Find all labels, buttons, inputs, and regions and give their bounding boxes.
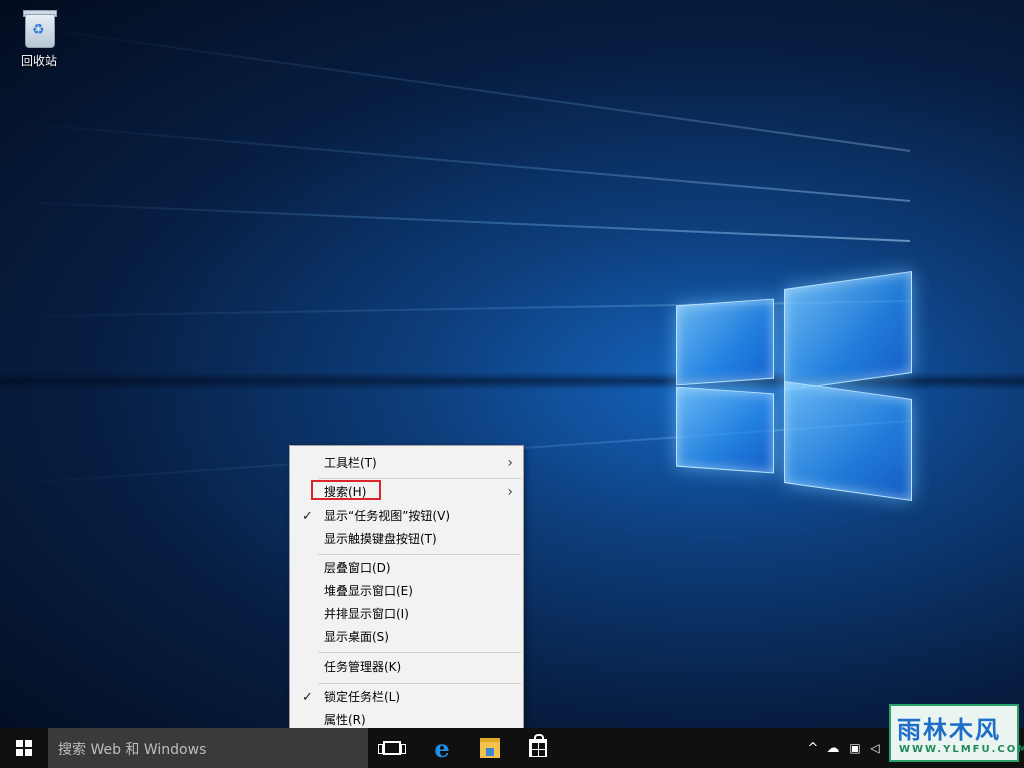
recycle-bin-icon: ♻ <box>21 8 57 48</box>
menu-separator <box>318 478 521 479</box>
menu-item-lock-taskbar[interactable]: ✓ 锁定任务栏(L) <box>290 686 523 709</box>
menu-item-toolbars[interactable]: 工具栏(T) › <box>290 452 523 475</box>
desktop: { "desktop": { "icons": [ {"label": "回收站… <box>0 0 1024 768</box>
menu-item-task-manager[interactable]: 任务管理器(K) <box>290 656 523 679</box>
menu-separator <box>318 652 521 653</box>
menu-item-label: 显示触摸键盘按钮(T) <box>324 532 437 546</box>
checkmark-icon: ✓ <box>302 509 313 524</box>
watermark-title: 雨林木风 <box>897 716 1001 744</box>
system-tray: ^ ☁ ▣ ◁ <box>804 728 884 768</box>
menu-item-cascade-windows[interactable]: 层叠窗口(D) <box>290 557 523 580</box>
wallpaper-windows-logo <box>676 270 912 506</box>
logo-pane <box>784 271 912 391</box>
chevron-right-icon: › <box>507 455 513 471</box>
onedrive-icon[interactable]: ☁ <box>822 741 844 756</box>
menu-item-label: 锁定任务栏(L) <box>324 690 401 704</box>
volume-icon[interactable]: ◁ <box>866 741 884 755</box>
windows-logo-icon <box>16 740 32 756</box>
menu-item-label: 并排显示窗口(I) <box>324 607 409 621</box>
store-button[interactable] <box>514 728 562 768</box>
checkmark-icon: ✓ <box>302 690 313 705</box>
menu-item-label: 堆叠显示窗口(E) <box>324 584 413 598</box>
menu-item-label: 任务管理器(K) <box>324 660 402 674</box>
network-icon[interactable]: ▣ <box>844 741 866 755</box>
desktop-icon-recycle-bin[interactable]: ♻ 回收站 <box>10 8 68 69</box>
store-icon <box>529 734 547 757</box>
logo-pane <box>676 298 774 386</box>
watermark-url: WWW.YLMFU.COM <box>899 744 1024 755</box>
menu-item-label: 显示桌面(S) <box>324 630 389 644</box>
logo-pane <box>784 381 912 501</box>
show-hidden-icons-chevron-icon[interactable]: ^ <box>804 741 822 756</box>
menu-item-show-touch-keyboard-button[interactable]: 显示触摸键盘按钮(T) <box>290 528 523 551</box>
logo-pane <box>676 386 774 474</box>
edge-icon: e <box>434 733 450 763</box>
light-beam <box>0 200 911 242</box>
file-explorer-icon <box>480 738 500 758</box>
file-explorer-button[interactable] <box>466 728 514 768</box>
chevron-right-icon: › <box>507 484 513 500</box>
search-placeholder: 搜索 Web 和 Windows <box>58 742 207 758</box>
menu-separator <box>318 554 521 555</box>
menu-item-stack-windows[interactable]: 堆叠显示窗口(E) <box>290 580 523 603</box>
menu-separator <box>318 683 521 684</box>
menu-item-show-desktop[interactable]: 显示桌面(S) <box>290 626 523 649</box>
taskbar: 搜索 Web 和 Windows e ^ ☁ ▣ ◁ <box>0 728 1024 768</box>
taskbar-search-box[interactable]: 搜索 Web 和 Windows <box>48 728 368 768</box>
menu-item-side-by-side-windows[interactable]: 并排显示窗口(I) <box>290 603 523 626</box>
task-view-button[interactable] <box>368 728 416 768</box>
menu-item-label: 层叠窗口(D) <box>324 561 391 575</box>
site-watermark-logo: 雨林木风 WWW.YLMFU.COM <box>889 704 1024 762</box>
menu-item-label: 显示“任务视图”按钮(V) <box>324 509 451 523</box>
highlight-annotation-box <box>311 480 381 500</box>
task-view-icon <box>378 741 406 755</box>
menu-item-label: 工具栏(T) <box>324 456 377 470</box>
menu-item-show-task-view-button[interactable]: ✓ 显示“任务视图”按钮(V) <box>290 505 523 528</box>
edge-button[interactable]: e <box>418 728 466 768</box>
desktop-icon-label: 回收站 <box>20 54 57 68</box>
start-button[interactable] <box>0 728 48 768</box>
